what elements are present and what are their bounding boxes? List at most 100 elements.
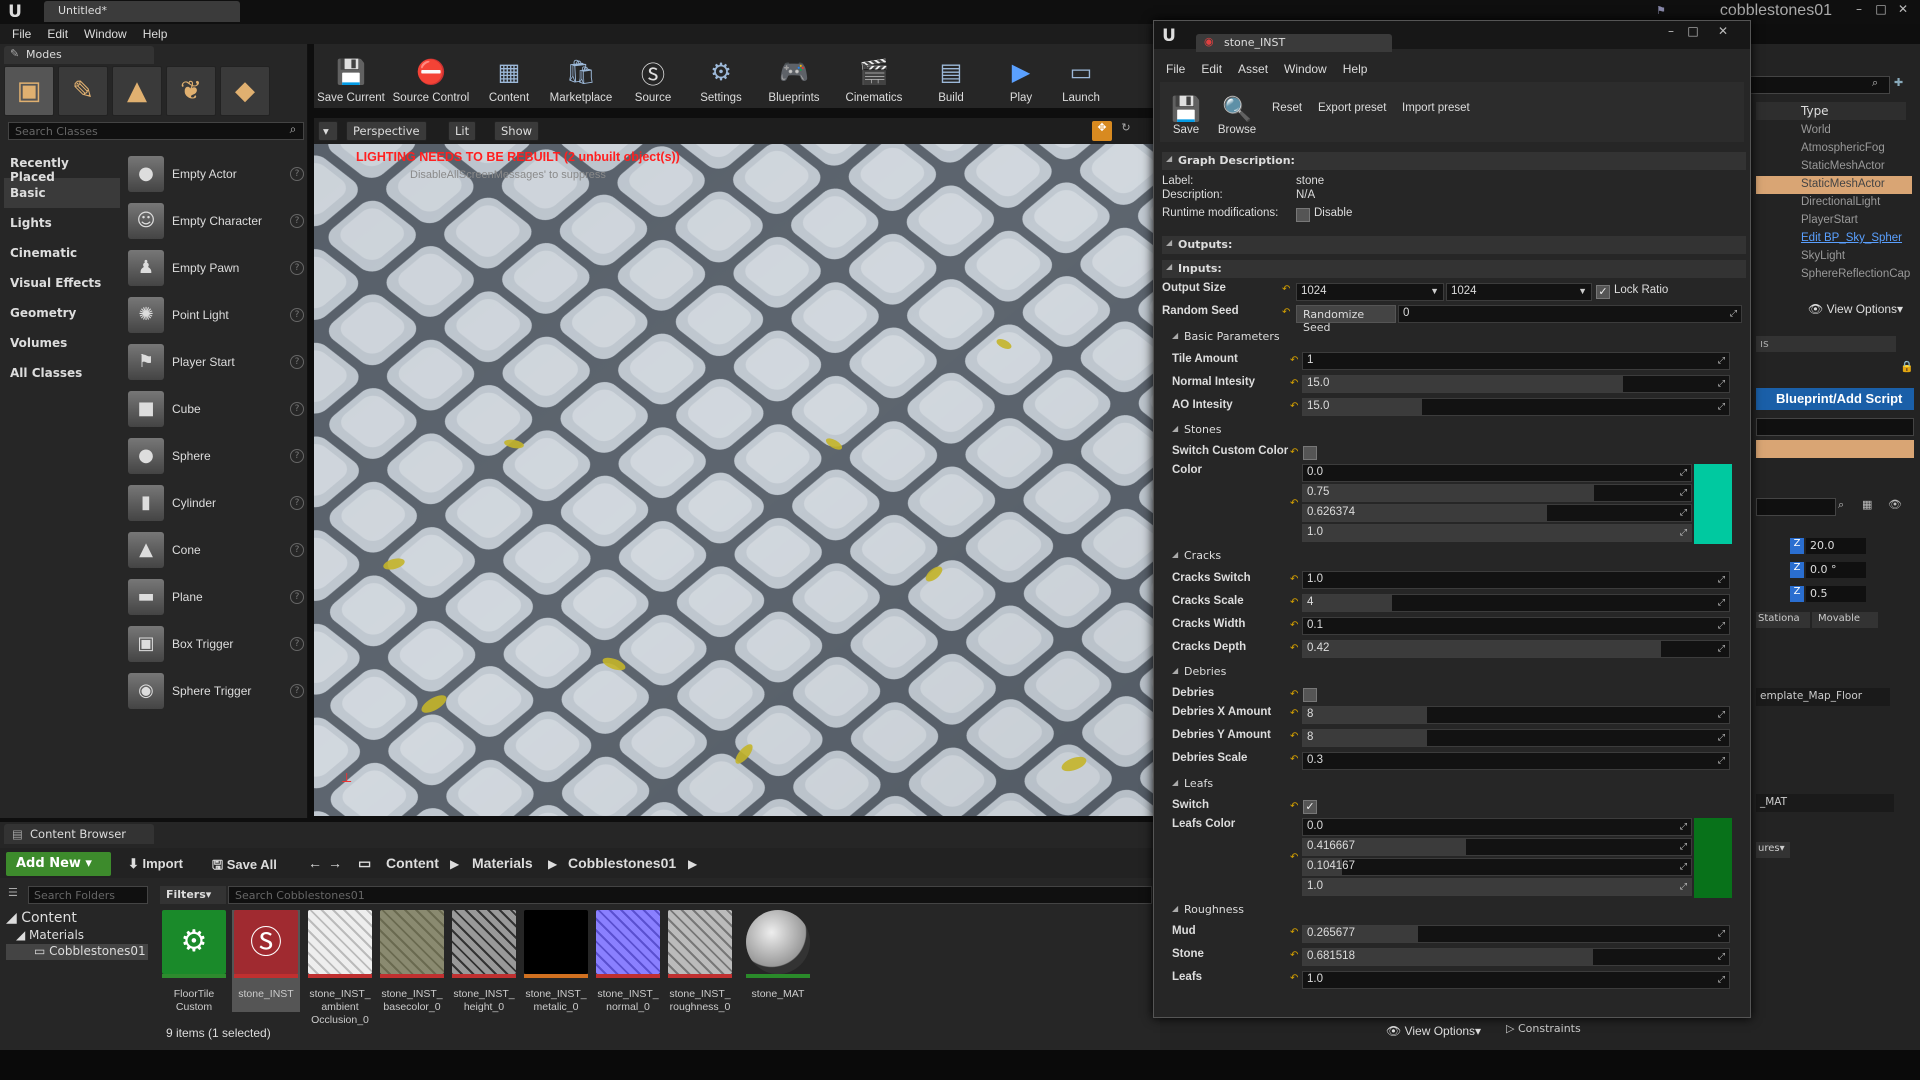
cinematics-button[interactable]: 🎬 Cinematics (834, 44, 914, 108)
placeable-item[interactable]: ▬ Plane? (124, 573, 304, 620)
build-button[interactable]: ▤ Build (914, 44, 988, 108)
cracks-depth-slider[interactable]: 0.42 ⤢ (1302, 640, 1730, 658)
lock-icon[interactable]: 🔒 (1900, 360, 1914, 373)
landscape-mode-icon[interactable]: ▲ (112, 66, 162, 116)
breadcrumb-separator-icon[interactable]: ▶ (450, 852, 459, 871)
asset-tile[interactable]: stone_INST_ roughness_0 (666, 910, 734, 1014)
add-icon[interactable]: ✚ (1894, 76, 1903, 89)
reset-arrow-icon[interactable]: ↶ (1282, 307, 1290, 318)
graph-description-header[interactable]: Graph Description: (1162, 152, 1746, 170)
placeable-item[interactable]: ● Sphere? (124, 432, 304, 479)
color-r-slider[interactable]: 0.0 ⤢ (1302, 464, 1692, 482)
blueprints-button[interactable]: 🎮 Blueprints (754, 44, 834, 108)
asset-tile[interactable]: stone_MAT (744, 910, 812, 1001)
basic-parameters-header[interactable]: Basic Parameters (1166, 329, 1746, 345)
cracks-switch-slider[interactable]: 1.0 ⤢ (1302, 571, 1730, 589)
leafs-color-r-slider[interactable]: 0.0 ⤢ (1302, 818, 1692, 836)
outliner-row[interactable]: SkyLight (1756, 248, 1912, 266)
play-button[interactable]: ▶ Play (988, 44, 1054, 108)
transform-icon[interactable]: ✥ (1092, 121, 1112, 141)
help-icon[interactable]: ? (290, 307, 304, 322)
tree-item-materials[interactable]: ◢ Materials (6, 928, 148, 944)
details-filter-input[interactable] (1756, 498, 1836, 516)
blueprint-add-script-button[interactable]: Blueprint/Add Script (1756, 388, 1914, 410)
placeable-item[interactable]: ● Empty Actor? (124, 150, 304, 197)
mobility-stationary[interactable]: Stationa (1756, 612, 1810, 628)
breadcrumb-separator-icon[interactable]: ▶ (548, 852, 557, 871)
asset-tile[interactable]: stone_INST_ basecolor_0 (378, 910, 446, 1014)
textures-dropdown[interactable]: ures▾ (1756, 842, 1790, 858)
substance-maximize-button[interactable]: □ (1682, 24, 1704, 40)
help-icon[interactable]: ? (290, 401, 304, 416)
stones-header[interactable]: Stones (1166, 422, 1746, 438)
back-arrow-icon[interactable]: ← (306, 852, 324, 876)
outliner-row[interactable]: World (1756, 122, 1912, 140)
reset-arrow-icon[interactable]: ↶ (1290, 378, 1298, 389)
category-geometry[interactable]: Geometry (4, 298, 120, 328)
type-column-header[interactable]: Type (1756, 102, 1906, 120)
category-lights[interactable]: Lights (4, 208, 120, 238)
reset-button[interactable]: Reset (1272, 102, 1302, 114)
color-b-slider[interactable]: 0.626374 ⤢ (1302, 504, 1692, 522)
show-button[interactable]: Show (494, 121, 540, 141)
add-new-button[interactable]: Add New ▾ (6, 852, 111, 876)
viewport-options-dropdown[interactable]: ▾ (318, 121, 338, 141)
reset-arrow-icon[interactable]: ↶ (1290, 950, 1298, 961)
leafs-header[interactable]: Leafs (1166, 776, 1746, 792)
leafs-roughness-slider[interactable]: 1.0 ⤢ (1302, 971, 1730, 989)
tree-item-content[interactable]: ◢ Content (6, 910, 148, 928)
help-icon[interactable]: ? (290, 448, 304, 463)
breadcrumb-materials[interactable]: Materials (470, 852, 535, 876)
tree-item-cobblestones01[interactable]: ▭ Cobblestones01 (6, 944, 148, 960)
save-all-button[interactable]: 🖫 Save All (210, 852, 279, 876)
place-mode-icon[interactable]: ▣ (4, 66, 54, 116)
mud-roughness-slider[interactable]: 0.265677 ⤢ (1302, 925, 1730, 943)
leafs-switch-checkbox[interactable]: ✓ (1303, 800, 1317, 814)
reset-arrow-icon[interactable]: ↶ (1290, 973, 1298, 984)
color-g-slider[interactable]: 0.75 ⤢ (1302, 484, 1692, 502)
breadcrumb-separator-icon[interactable]: ▶ (688, 852, 697, 871)
help-icon[interactable]: ? (290, 589, 304, 604)
substance-minimize-button[interactable]: – (1660, 24, 1682, 40)
source-button[interactable]: Ⓢ Source (618, 44, 688, 108)
menu-help[interactable]: Help (1335, 60, 1376, 80)
random-seed-field[interactable]: 0 ⤢ (1398, 305, 1742, 323)
breadcrumb-content[interactable]: Content (384, 852, 441, 876)
settings-button[interactable]: ⚙ Settings (688, 44, 754, 108)
menu-window[interactable]: Window (76, 24, 135, 44)
asset-tile[interactable]: Ⓢ stone_INST (232, 910, 300, 1012)
grid-view-icon[interactable]: ▦ (1862, 498, 1872, 511)
color-a-slider[interactable]: 1.0 ⤢ (1302, 524, 1692, 542)
roughness-header[interactable]: Roughness (1166, 902, 1746, 918)
category-volumes[interactable]: Volumes (4, 328, 120, 358)
normal-intensity-slider[interactable]: 15.0 ⤢ (1302, 375, 1730, 393)
import-preset-button[interactable]: Import preset (1402, 102, 1470, 114)
reset-arrow-icon[interactable]: ↶ (1290, 731, 1298, 742)
save-current-button[interactable]: 💾 Save Current (314, 44, 388, 108)
reset-arrow-icon[interactable]: ↶ (1290, 574, 1298, 585)
maximize-button[interactable]: □ (1870, 2, 1892, 18)
mobility-movable[interactable]: Movable (1812, 612, 1878, 628)
component-selected-row[interactable] (1756, 440, 1914, 458)
cracks-scale-slider[interactable]: 4 ⤢ (1302, 594, 1730, 612)
constraints-section[interactable]: ▷ Constraints (1506, 1022, 1581, 1035)
launch-button[interactable]: ▭ Launch (1054, 44, 1108, 108)
debries-header[interactable]: Debries (1166, 664, 1746, 680)
marketplace-button[interactable]: 🛍 Marketplace (544, 44, 618, 108)
category-recently-placed[interactable]: Recently Placed (4, 148, 120, 184)
breadcrumb-cobblestones01[interactable]: Cobblestones01 (566, 852, 678, 876)
placeable-item[interactable]: ✺ Point Light? (124, 291, 304, 338)
outliner-row[interactable]: DirectionalLight (1756, 194, 1912, 212)
substance-tab[interactable]: ◉ stone_INST (1196, 34, 1392, 52)
menu-file[interactable]: File (4, 24, 39, 44)
search-icon[interactable]: ⌕ (1838, 498, 1844, 512)
reset-arrow-icon[interactable]: ↶ (1290, 447, 1298, 458)
placeable-item[interactable]: ☺ Empty Character? (124, 197, 304, 244)
help-icon[interactable]: ? (290, 166, 304, 181)
save-button[interactable]: 💾 Save (1166, 84, 1206, 140)
stone-color-swatch[interactable] (1694, 464, 1732, 544)
search-folders-input[interactable]: Search Folders (28, 886, 148, 904)
location-z-field[interactable]: 20.0 (1806, 538, 1866, 554)
content-button[interactable]: ▦ Content (474, 44, 544, 108)
content-browser-tab[interactable]: ▤ Content Browser (4, 824, 154, 844)
